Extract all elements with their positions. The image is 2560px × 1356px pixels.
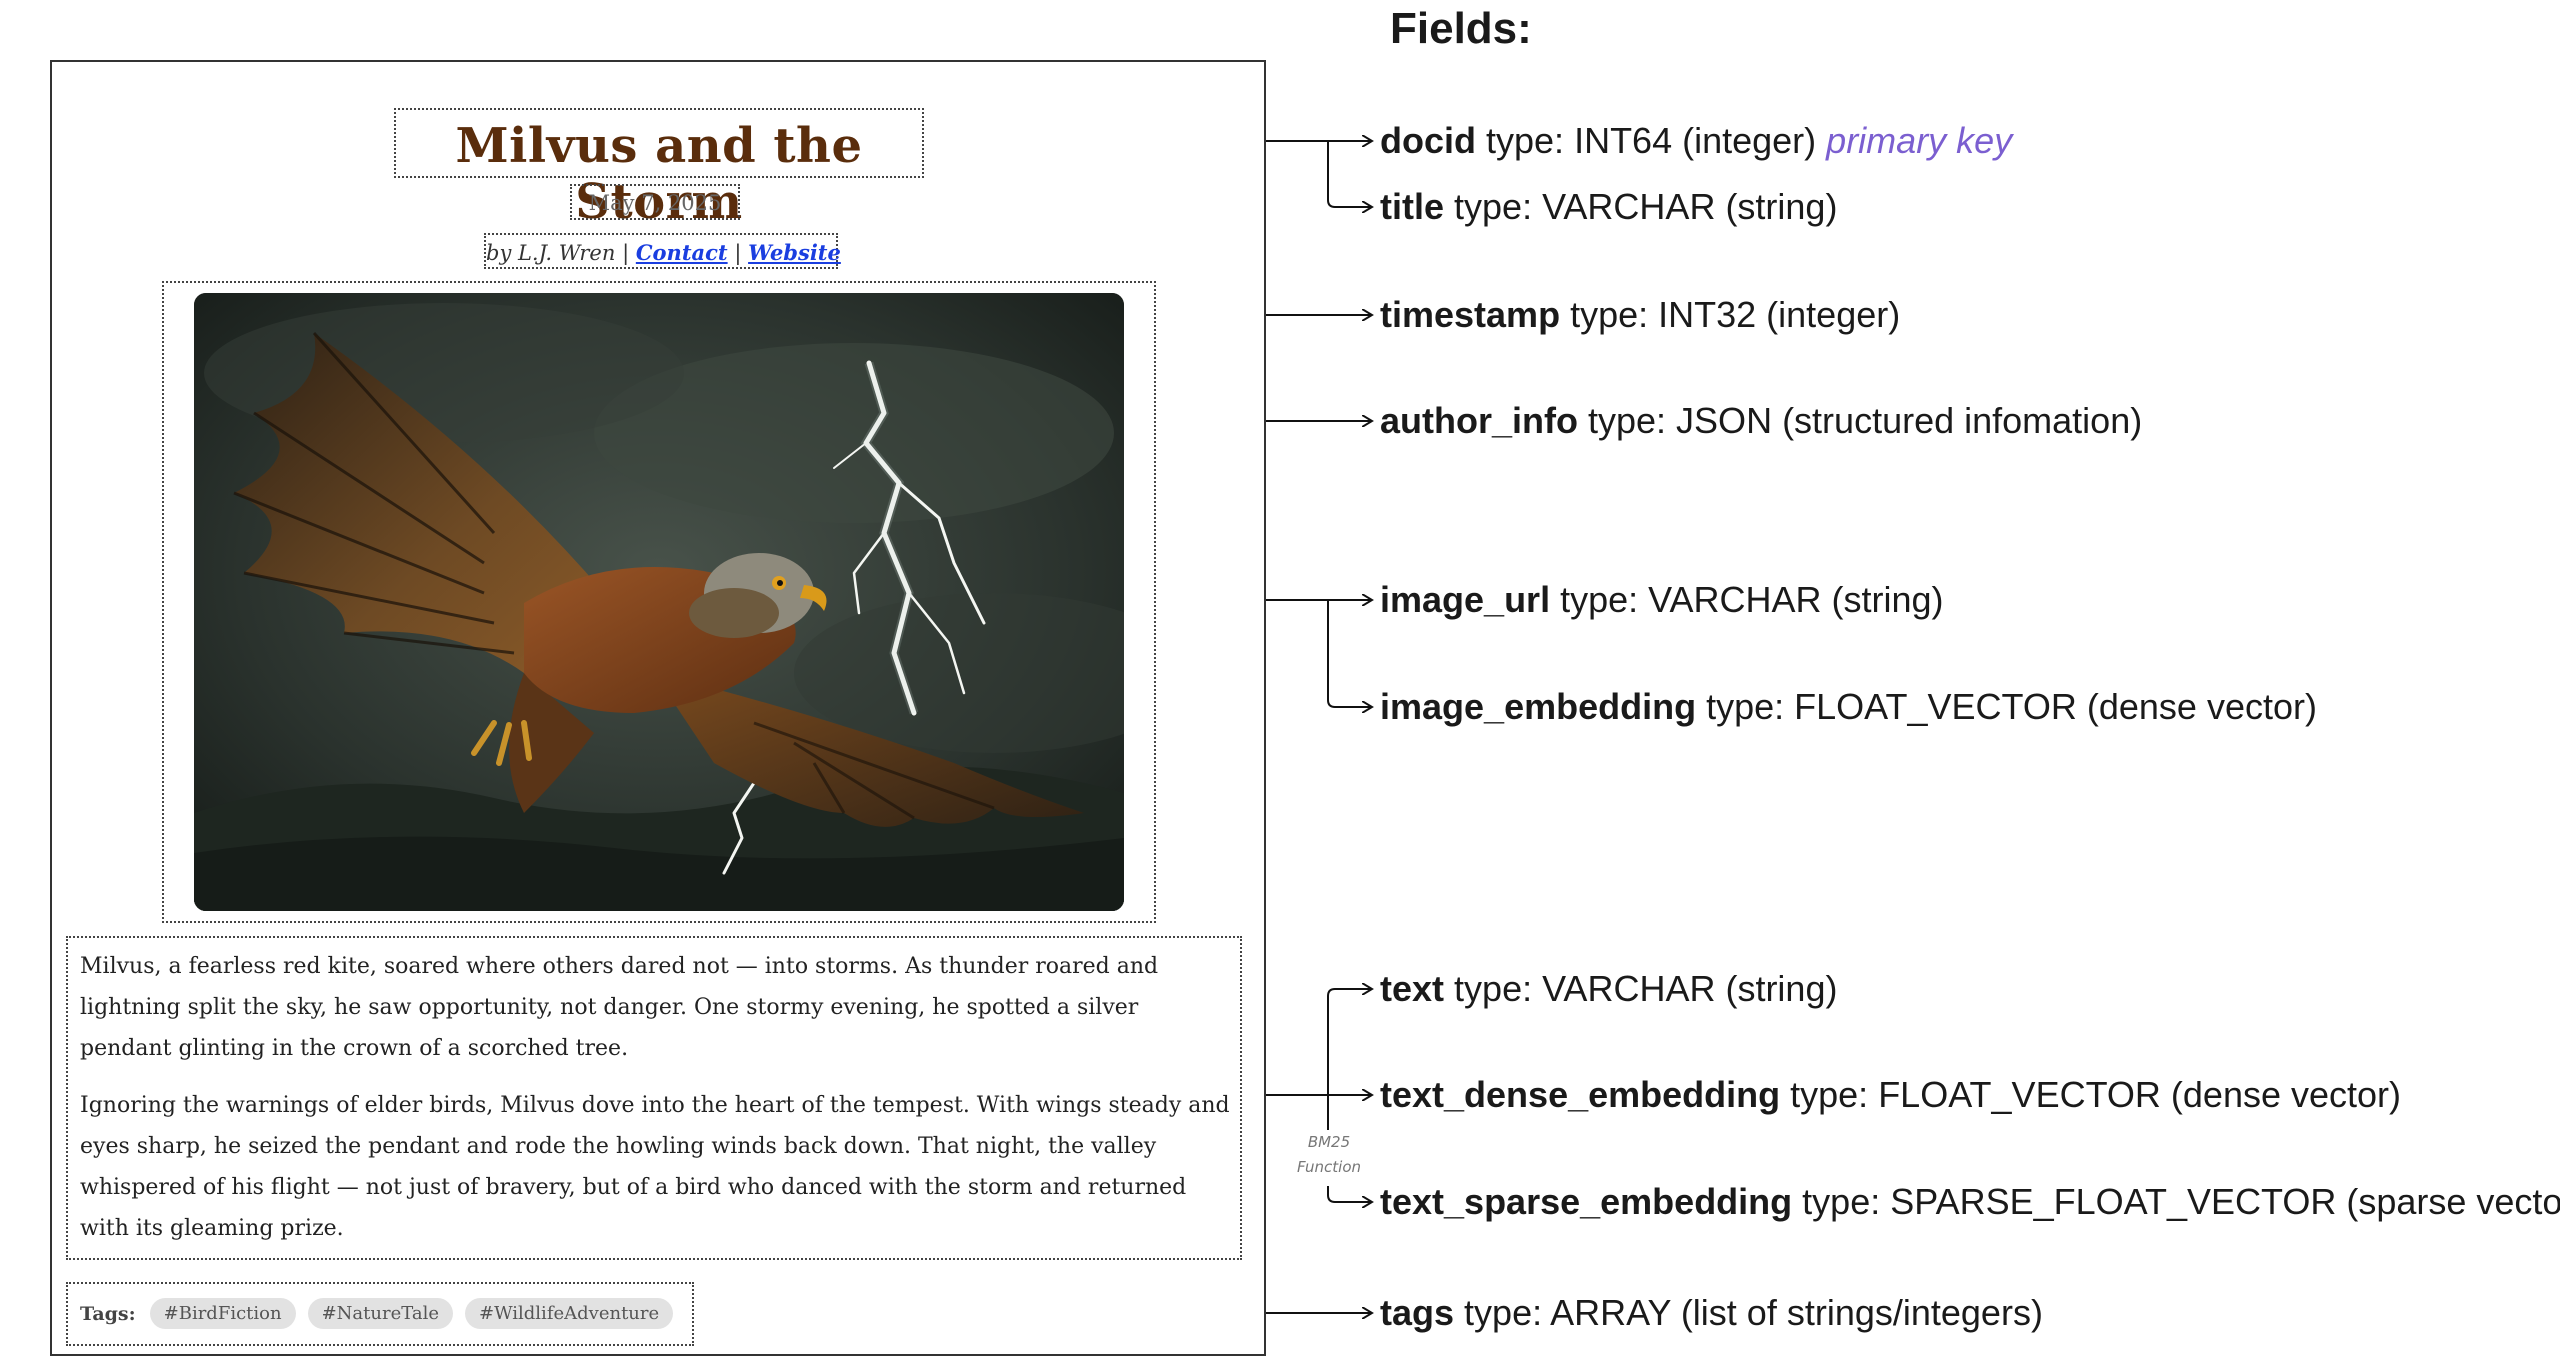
tags-region: Tags: #BirdFiction #NatureTale #Wildlife… bbox=[66, 1282, 694, 1346]
field-name: text_sparse_embedding bbox=[1380, 1181, 1793, 1222]
byline-separator: | bbox=[622, 241, 630, 265]
field-name: tags bbox=[1380, 1292, 1455, 1333]
field-author-info: author_info type: JSON (structured infom… bbox=[1380, 396, 2142, 446]
field-name: title bbox=[1380, 186, 1445, 227]
date-region: May 7, 2025 bbox=[570, 184, 740, 220]
website-link[interactable]: Website bbox=[748, 240, 841, 265]
field-type: type: SPARSE_FLOAT_VECTOR (sparse vector… bbox=[1802, 1181, 2560, 1222]
field-tags: tags type: ARRAY (list of strings/intege… bbox=[1380, 1288, 2043, 1338]
tag-pill[interactable]: #NatureTale bbox=[307, 1298, 453, 1329]
document-date: May 7, 2025 bbox=[588, 191, 722, 215]
field-type: type: VARCHAR (string) bbox=[1454, 968, 1838, 1009]
connector-title bbox=[1327, 141, 1372, 207]
byline-author: by L.J. Wren bbox=[486, 241, 616, 265]
image-region bbox=[162, 281, 1156, 923]
field-type: type: INT32 (integer) bbox=[1570, 294, 1901, 335]
title-region: Milvus and the Storm bbox=[394, 108, 924, 230]
field-text-sparse-embedding: text_sparse_embedding type: SPARSE_FLOAT… bbox=[1380, 1177, 2560, 1227]
field-name: timestamp bbox=[1380, 294, 1561, 335]
tag-pill[interactable]: #WildlifeAdventure bbox=[465, 1298, 674, 1329]
tag-pill[interactable]: #BirdFiction bbox=[149, 1298, 296, 1329]
tags-label: Tags: bbox=[80, 1302, 136, 1325]
field-type: type: ARRAY (list of strings/integers) bbox=[1464, 1292, 2043, 1333]
field-text-dense-embedding: text_dense_embedding type: FLOAT_VECTOR … bbox=[1380, 1070, 2401, 1120]
field-title: title type: VARCHAR (string) bbox=[1380, 182, 1837, 232]
bm25-label-line: BM25 bbox=[1307, 1133, 1351, 1151]
bm25-label-line: Function bbox=[1296, 1158, 1361, 1176]
connector-text bbox=[1327, 989, 1372, 1095]
storm-kite-illustration bbox=[194, 293, 1124, 911]
field-name: text bbox=[1380, 968, 1445, 1009]
contact-link[interactable]: Contact bbox=[636, 240, 728, 265]
field-name: image_embedding bbox=[1380, 686, 1697, 727]
fields-title: Fields: bbox=[1390, 4, 1532, 53]
field-timestamp: timestamp type: INT32 (integer) bbox=[1380, 290, 1900, 340]
paragraph: Ignoring the warnings of elder birds, Mi… bbox=[80, 1093, 1230, 1241]
primary-key-note: primary key bbox=[1826, 120, 2013, 161]
field-type: type: FLOAT_VECTOR (dense vector) bbox=[1706, 686, 2317, 727]
hero-image bbox=[194, 293, 1124, 911]
author-region: by L.J. Wren | Contact | Website bbox=[484, 233, 841, 269]
paragraph: Milvus, a fearless red kite, soared wher… bbox=[80, 954, 1159, 1061]
field-type: type: INT64 (integer) bbox=[1486, 120, 1817, 161]
bm25-function-label: BM25 Function bbox=[1286, 1130, 1372, 1180]
byline-separator: | bbox=[734, 241, 742, 265]
tags-row: Tags: #BirdFiction #NatureTale #Wildlife… bbox=[80, 1298, 674, 1329]
body-text: Milvus, a fearless red kite, soared wher… bbox=[80, 946, 1230, 1265]
field-type: type: JSON (structured infomation) bbox=[1588, 400, 2143, 441]
field-text: text type: VARCHAR (string) bbox=[1380, 964, 1837, 1014]
field-type: type: VARCHAR (string) bbox=[1454, 186, 1838, 227]
field-name: text_dense_embedding bbox=[1380, 1074, 1781, 1115]
byline: by L.J. Wren | Contact | Website bbox=[486, 240, 841, 265]
field-type: type: FLOAT_VECTOR (dense vector) bbox=[1790, 1074, 2402, 1115]
field-image-url: image_url type: VARCHAR (string) bbox=[1380, 575, 1944, 625]
field-docid: docid type: INT64 (integer) primary key bbox=[1380, 116, 2012, 166]
connector-image-embedding bbox=[1327, 600, 1372, 707]
field-name: image_url bbox=[1380, 579, 1551, 620]
field-name: author_info bbox=[1380, 400, 1578, 441]
field-type: type: VARCHAR (string) bbox=[1560, 579, 1944, 620]
text-region: Milvus, a fearless red kite, soared wher… bbox=[66, 936, 1242, 1260]
document-card: Milvus and the Storm May 7, 2025 by L.J.… bbox=[50, 60, 1266, 1356]
field-name: docid bbox=[1380, 120, 1476, 161]
field-image-embedding: image_embedding type: FLOAT_VECTOR (dens… bbox=[1380, 682, 2317, 732]
